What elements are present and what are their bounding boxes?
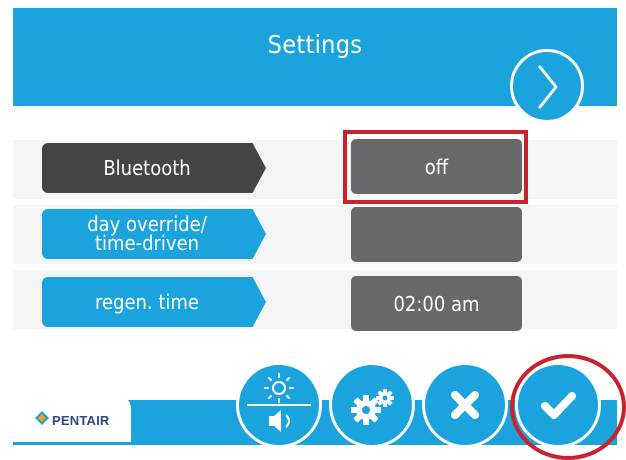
bluetooth-highlight-box <box>343 130 528 204</box>
regen-time-value-button[interactable]: 02:00 am <box>351 276 522 331</box>
close-icon <box>451 391 479 419</box>
pentair-logo-icon <box>35 411 49 425</box>
bluetooth-label-text: Bluetooth <box>103 155 191 180</box>
chevron-right-icon <box>538 65 558 109</box>
gears-icon <box>351 389 394 425</box>
regen-time-label[interactable]: regen. time <box>42 277 266 327</box>
day-override-label-line2: time-driven <box>94 231 200 255</box>
regen-time-label-text: regen. time <box>94 289 199 314</box>
brightness-volume-button[interactable] <box>236 362 322 448</box>
confirm-highlight-circle <box>510 354 626 460</box>
day-override-value-button[interactable] <box>351 207 522 262</box>
brightness-volume-icon <box>247 373 311 432</box>
cancel-button[interactable] <box>422 362 508 448</box>
bluetooth-label[interactable]: Bluetooth <box>42 143 266 193</box>
settings-gears-button[interactable] <box>329 362 415 448</box>
regen-time-value-text: 02:00 am <box>393 291 480 316</box>
brand-name: PENTAIR <box>52 413 110 428</box>
day-override-label[interactable]: day override/ time-driven <box>42 209 266 259</box>
next-button[interactable] <box>510 49 584 123</box>
